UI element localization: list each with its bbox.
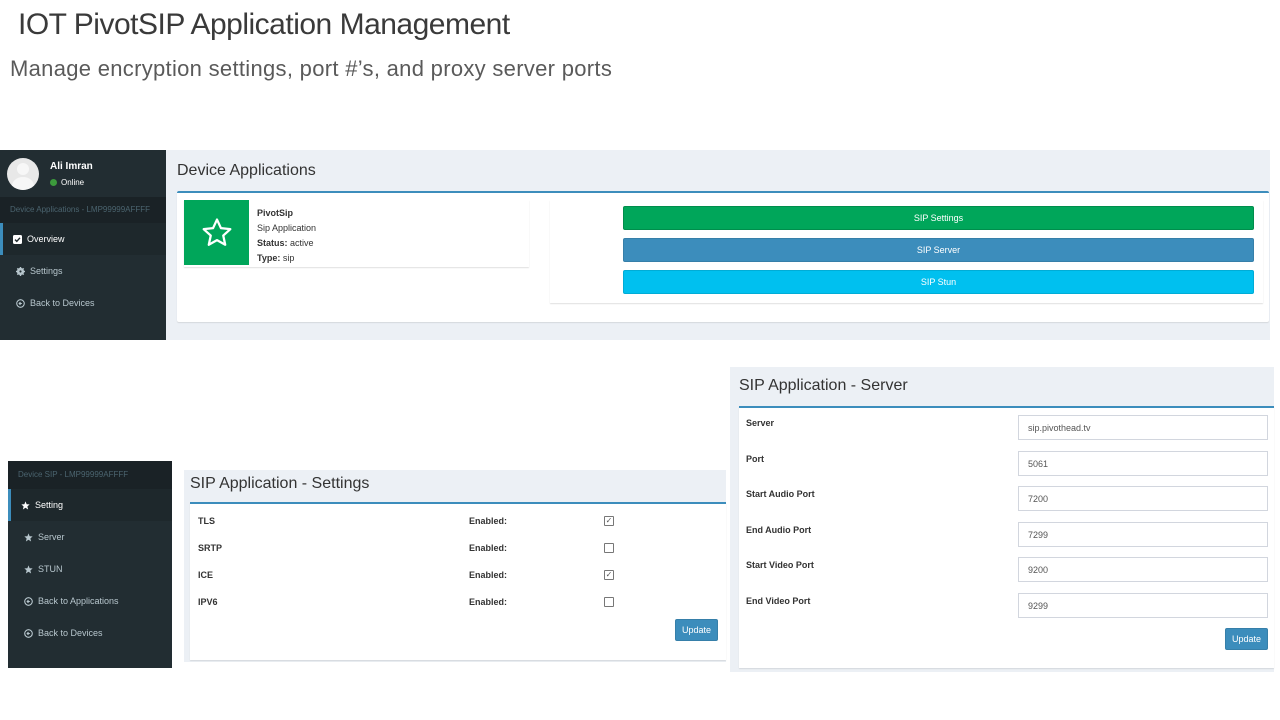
page-title: SIP Application - Settings [190, 475, 370, 492]
setting-row-ice: ICE Enabled: ✓ [198, 570, 718, 584]
app-description: Sip Application [257, 223, 317, 233]
app-actions-box: SIP Settings SIP Server SIP Stun [550, 200, 1263, 303]
sip-settings-button[interactable]: SIP Settings [623, 206, 1254, 230]
online-dot-icon [50, 178, 57, 186]
sidebar-item-back-to-devices[interactable]: Back to Devices [0, 287, 166, 319]
user-status: Online [50, 178, 93, 187]
sidebar-item-label: Server [38, 532, 65, 542]
ipv6-enabled-checkbox[interactable] [604, 597, 614, 607]
page-title: SIP Application - Server [739, 377, 908, 394]
app-name: PivotSip [257, 208, 294, 218]
sidebar-item-label: Overview [27, 234, 65, 244]
setting-row-ipv6: IPV6 Enabled: [198, 597, 718, 611]
sidebar-item-label: Back to Applications [38, 596, 119, 606]
slide-title: IOT PivotSIP Application Management [18, 8, 510, 41]
start-video-port-input[interactable] [1018, 557, 1268, 582]
star-icon [23, 532, 33, 542]
sidebar-item-label: Settings [30, 266, 63, 276]
gear-icon [15, 266, 25, 276]
user-status-label: Online [61, 177, 85, 187]
end-video-port-input[interactable] [1018, 593, 1268, 618]
app-info-box[interactable]: PivotSip Sip Application Status: active … [184, 200, 529, 267]
setting-name: ICE [198, 570, 214, 580]
sip-settings-box: TLS Enabled: ✓ SRTP Enabled: ICE Enabled… [190, 502, 726, 660]
sip-settings-content: SIP Application - Settings TLS Enabled: … [184, 470, 726, 662]
settings-update-button[interactable]: Update [675, 619, 718, 641]
arrow-circle-left-icon [23, 596, 33, 606]
enabled-label: Enabled: [469, 597, 508, 607]
start-video-port-label: Start Video Port [746, 560, 814, 570]
sidebar-header: Device Applications - LMP99999AFFFF [0, 197, 166, 223]
tls-enabled-checkbox[interactable]: ✓ [604, 516, 614, 526]
device-applications-sidebar: Ali Imran Online Device Applications - L… [0, 150, 166, 340]
end-audio-port-label: End Audio Port [746, 525, 812, 535]
sidebar-header: Device SIP - LMP99999AFFFF [8, 461, 172, 489]
port-label: Port [746, 454, 764, 464]
arrow-circle-left-icon [15, 298, 25, 308]
sidebar-item-label: STUN [38, 564, 63, 574]
user-panel: Ali Imran Online [0, 150, 166, 197]
user-name: Ali Imran [50, 160, 93, 172]
device-applications-content: Device Applications PivotSip Sip Applica… [166, 150, 1270, 340]
setting-name: TLS [198, 516, 215, 526]
type-value: sip [282, 253, 295, 263]
device-sip-sidebar: Device SIP - LMP99999AFFFF Setting Serve… [8, 461, 172, 668]
end-video-port-label: End Video Port [746, 596, 811, 606]
sip-stun-button[interactable]: SIP Stun [623, 270, 1254, 294]
sip-server-content: SIP Application - Server Server Port Sta… [730, 367, 1274, 672]
sidebar-item-label: Back to Devices [38, 628, 103, 638]
page-title: Device Applications [177, 162, 316, 179]
sidebar-item-label: Setting [35, 500, 64, 510]
setting-row-tls: TLS Enabled: ✓ [198, 516, 718, 530]
start-audio-port-label: Start Audio Port [746, 489, 815, 499]
sip-server-button[interactable]: SIP Server [623, 238, 1254, 262]
srtp-enabled-checkbox[interactable] [604, 543, 614, 553]
enabled-label: Enabled: [469, 516, 508, 526]
sidebar-item-settings[interactable]: Settings [0, 255, 166, 287]
sidebar-item-overview[interactable]: Overview [0, 223, 166, 255]
ice-enabled-checkbox[interactable]: ✓ [604, 570, 614, 580]
setting-name: SRTP [198, 543, 223, 553]
avatar [7, 157, 39, 190]
check-square-icon [12, 234, 22, 244]
end-audio-port-input[interactable] [1018, 522, 1268, 547]
enabled-label: Enabled: [469, 570, 508, 580]
arrow-circle-left-icon [23, 628, 33, 638]
sidebar-item-stun[interactable]: STUN [8, 553, 172, 585]
star-icon [184, 200, 249, 265]
enabled-label: Enabled: [469, 543, 508, 553]
server-update-button[interactable]: Update [1225, 628, 1268, 650]
status-value: active [290, 238, 314, 248]
server-label: Server [746, 418, 775, 428]
sidebar-item-setting[interactable]: Setting [8, 489, 172, 521]
port-input[interactable] [1018, 451, 1268, 476]
sidebar-item-back-to-devices[interactable]: Back to Devices [8, 617, 172, 649]
sip-server-box: Server Port Start Audio Port End Audio P… [739, 406, 1274, 668]
setting-row-srtp: SRTP Enabled: [198, 543, 718, 557]
setting-name: IPV6 [198, 597, 218, 607]
start-audio-port-input[interactable] [1018, 486, 1268, 511]
star-icon [20, 500, 30, 510]
status-label: Status: [257, 238, 288, 248]
sidebar-item-server[interactable]: Server [8, 521, 172, 553]
applications-box: PivotSip Sip Application Status: active … [177, 191, 1269, 322]
slide-subtitle: Manage encryption settings, port #’s, an… [10, 56, 613, 81]
sidebar-item-label: Back to Devices [30, 298, 95, 308]
server-input[interactable] [1018, 415, 1268, 440]
sidebar-item-back-to-applications[interactable]: Back to Applications [8, 585, 172, 617]
type-label: Type: [257, 253, 281, 263]
star-icon [23, 564, 33, 574]
